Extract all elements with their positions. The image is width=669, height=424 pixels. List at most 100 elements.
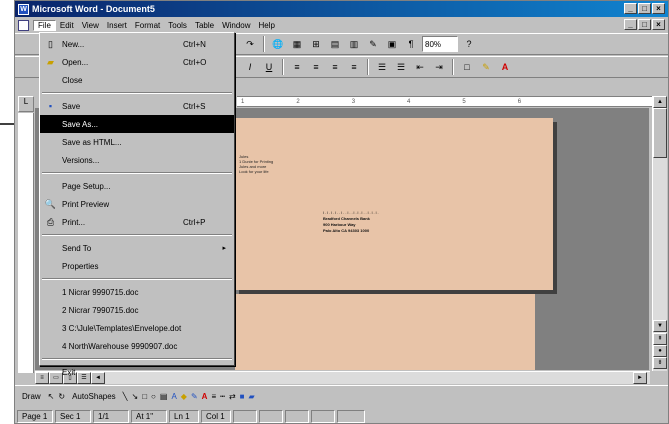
insert-table-icon[interactable]: ⊞ — [308, 36, 324, 52]
scroll-right-icon[interactable]: ► — [633, 372, 647, 384]
insert-excel-icon[interactable]: ▤ — [327, 36, 343, 52]
scroll-up-icon[interactable]: ▲ — [653, 96, 667, 108]
arrow-icon[interactable]: ↘ — [132, 392, 139, 401]
tab-selector[interactable]: L — [18, 96, 34, 112]
next-page-icon[interactable]: ⇟ — [653, 357, 667, 369]
oval-icon[interactable]: ○ — [151, 392, 156, 401]
border-icon[interactable]: □ — [459, 59, 475, 75]
wordart-icon[interactable]: A — [171, 392, 176, 401]
menu-recent-file-4[interactable]: 4 NorthWarehouse 9990907.doc — [40, 337, 234, 355]
scroll-down-icon[interactable]: ▼ — [653, 320, 667, 332]
align-center-icon[interactable]: ≡ — [308, 59, 324, 75]
status-ext[interactable] — [285, 409, 309, 423]
tables-borders-icon[interactable]: ▦ — [289, 36, 305, 52]
menu-edit[interactable]: Edit — [56, 21, 78, 30]
menu-table[interactable]: Table — [191, 21, 218, 30]
3d-icon[interactable]: ▰ — [248, 392, 254, 401]
menu-recent-file-2[interactable]: 2 Nicrar 7990715.doc — [40, 301, 234, 319]
arrow-style-icon[interactable]: ⇄ — [229, 392, 236, 401]
menu-recent-file-1[interactable]: 1 Nicrar 9990715.doc — [40, 283, 234, 301]
align-right-icon[interactable]: ≡ — [327, 59, 343, 75]
menu-save-as-item[interactable]: Save As... — [40, 115, 234, 133]
free-rotate-icon[interactable]: ↻ — [58, 392, 65, 401]
menu-send-to-item[interactable]: Send To ▸ — [40, 239, 234, 257]
menu-print-item[interactable]: ⎙ Print... Ctrl+P — [40, 213, 234, 231]
dash-style-icon[interactable]: ┅ — [220, 392, 225, 401]
previous-page-icon[interactable]: ⇞ — [653, 333, 667, 345]
ruler-mark: 3 — [351, 98, 356, 105]
menu-window[interactable]: Window — [218, 21, 254, 30]
menu-insert[interactable]: Insert — [103, 21, 131, 30]
line-icon[interactable]: ╲ — [123, 392, 128, 401]
menu-save-html-item[interactable]: Save as HTML... — [40, 133, 234, 151]
draw-font-color-icon[interactable]: A — [202, 392, 208, 401]
status-ovr[interactable] — [311, 409, 335, 423]
columns-icon[interactable]: ▥ — [346, 36, 362, 52]
select-objects-icon[interactable]: ↖ — [48, 392, 55, 401]
title-bar[interactable]: W Microsoft Word - Document5 _ □ × — [15, 1, 668, 17]
second-page[interactable] — [235, 294, 535, 370]
status-trk[interactable] — [259, 409, 283, 423]
ruler-mark: 1 — [241, 98, 245, 105]
font-color-icon[interactable]: A — [497, 59, 513, 75]
hyperlink-icon[interactable]: 🌐 — [270, 36, 286, 52]
menu-properties-item[interactable]: Properties — [40, 257, 234, 275]
show-hide-icon[interactable]: ¶ — [403, 36, 419, 52]
justify-icon[interactable]: ≡ — [346, 59, 362, 75]
underline-icon[interactable]: U — [261, 59, 277, 75]
menu-exit-item[interactable]: Exit — [40, 363, 234, 381]
autoshapes-button[interactable]: AutoShapes — [69, 391, 119, 402]
numbering-icon[interactable]: ☰ — [374, 59, 390, 75]
rectangle-icon[interactable]: □ — [142, 392, 147, 401]
doc-close-button[interactable]: × — [652, 19, 665, 30]
increase-indent-icon[interactable]: ⇥ — [431, 59, 447, 75]
draw-button[interactable]: Draw — [19, 391, 44, 402]
menu-new-item[interactable]: ▯ New... Ctrl+N — [40, 35, 234, 53]
zoom-select[interactable]: 80% — [422, 36, 458, 52]
menu-item-label: 2 Nicrar 7990715.doc — [62, 305, 139, 315]
close-button[interactable]: × — [652, 3, 665, 14]
menu-file[interactable]: File — [33, 19, 56, 31]
fill-color-icon[interactable]: ◆ — [181, 392, 187, 401]
status-section: Sec 1 — [55, 409, 91, 423]
scroll-thumb[interactable] — [653, 108, 667, 158]
status-language[interactable] — [337, 409, 365, 423]
line-style-icon[interactable]: ≡ — [211, 392, 216, 401]
menu-page-setup-item[interactable]: Page Setup... — [40, 177, 234, 195]
minimize-button[interactable]: _ — [624, 3, 637, 14]
doc-minimize-button[interactable]: _ — [624, 19, 637, 30]
highlight-icon[interactable]: ✎ — [478, 59, 494, 75]
envelope-page[interactable]: Jules 1 Dunie for Printing Jules and mor… — [235, 118, 553, 290]
shadow-icon[interactable]: ■ — [240, 392, 245, 401]
document-map-icon[interactable]: ▣ — [384, 36, 400, 52]
drawing-icon[interactable]: ✎ — [365, 36, 381, 52]
menu-open-item[interactable]: ▰ Open... Ctrl+O — [40, 53, 234, 71]
menu-separator — [42, 234, 232, 236]
decrease-indent-icon[interactable]: ⇤ — [412, 59, 428, 75]
redo-icon[interactable]: ↷ — [242, 36, 258, 52]
menu-help[interactable]: Help — [255, 21, 279, 30]
menu-format[interactable]: Format — [131, 21, 164, 30]
select-browse-icon[interactable]: ● — [653, 345, 667, 357]
menu-tools[interactable]: Tools — [164, 21, 191, 30]
vertical-scrollbar[interactable]: ▲ ▼ ⇞ ● ⇟ — [652, 96, 667, 371]
horizontal-ruler[interactable]: 1 2 3 4 5 6 — [237, 96, 657, 107]
align-left-icon[interactable]: ≡ — [289, 59, 305, 75]
doc-restore-button[interactable]: □ — [638, 19, 651, 30]
restore-button[interactable]: □ — [638, 3, 651, 14]
menu-versions-item[interactable]: Versions... — [40, 151, 234, 169]
vertical-ruler[interactable] — [18, 113, 34, 373]
menu-save-item[interactable]: ▪ Save Ctrl+S — [40, 97, 234, 115]
menu-close-item[interactable]: Close — [40, 71, 234, 89]
bullets-icon[interactable]: ☰ — [393, 59, 409, 75]
menu-view[interactable]: View — [78, 21, 103, 30]
text-box-icon[interactable]: ▤ — [160, 392, 168, 401]
menu-print-preview-item[interactable]: 🔍 Print Preview — [40, 195, 234, 213]
status-rec[interactable] — [233, 409, 257, 423]
menu-recent-file-3[interactable]: 3 C:\Jule\Templates\Envelope.dot — [40, 319, 234, 337]
help-icon[interactable]: ? — [461, 36, 477, 52]
document-icon[interactable] — [18, 19, 29, 31]
italic-icon[interactable]: I — [242, 59, 258, 75]
line-color-icon[interactable]: ✎ — [191, 392, 198, 401]
menu-separator — [42, 92, 232, 94]
